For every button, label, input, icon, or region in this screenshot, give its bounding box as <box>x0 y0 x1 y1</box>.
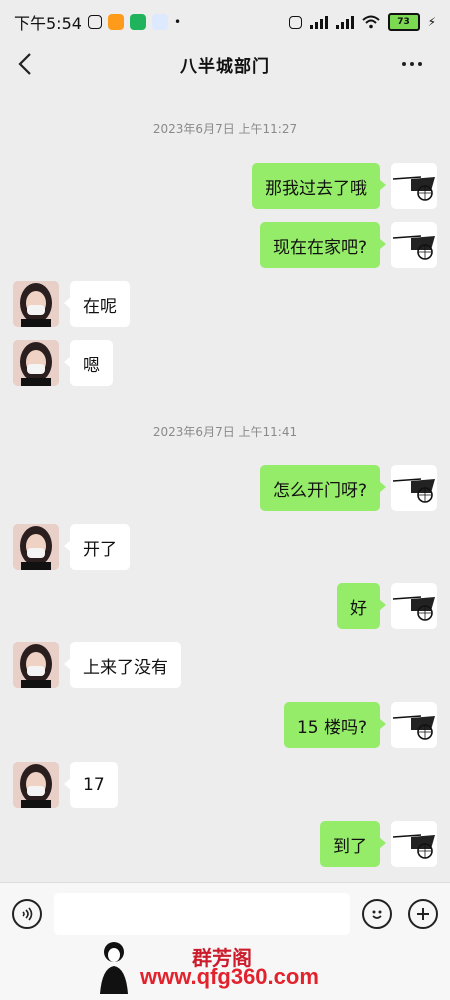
cart-avatar-icon <box>392 478 435 503</box>
contact-avatar[interactable] <box>13 340 59 386</box>
watermark-figure-icon <box>100 942 128 994</box>
back-button[interactable] <box>14 50 38 78</box>
cart-avatar-icon <box>392 834 435 859</box>
message-row: 那我过去了哦 <box>0 163 450 211</box>
message-bubble-sent[interactable]: 好 <box>337 583 386 629</box>
chat-title: 八半城部门 <box>180 56 270 77</box>
more-dots-icon <box>402 62 406 66</box>
timestamp: 2023年6月7日 上午11:41 <box>152 425 298 439</box>
signal-icon-2 <box>335 15 354 29</box>
message-row: 嗯 <box>0 340 450 388</box>
charging-icon: ⚡ <box>427 15 436 29</box>
message-row: 怎么开门呀? <box>0 465 450 513</box>
message-row: 好 <box>0 583 450 631</box>
contact-avatar[interactable] <box>13 642 59 688</box>
wifi-icon <box>361 15 380 29</box>
chat-header: 八半城部门 <box>0 44 450 84</box>
message-row: 现在在家吧? <box>0 222 450 270</box>
plus-icon <box>417 908 429 920</box>
watermark: 群芳阁 www.qfg360.com <box>0 942 450 1000</box>
watermark-url: www.qfg360.com <box>140 964 319 989</box>
more-notifications-icon: • <box>173 15 182 29</box>
cart-avatar-icon <box>392 715 435 740</box>
app-notification-icon-2 <box>129 14 146 30</box>
my-avatar[interactable] <box>391 163 437 209</box>
message-row: 在呢 <box>0 281 450 329</box>
contact-photo-icon <box>13 642 59 688</box>
message-bubble-sent[interactable]: 到了 <box>320 821 386 867</box>
message-bubble-sent[interactable]: 那我过去了哦 <box>252 163 386 209</box>
message-bubble-sent[interactable]: 15 楼吗? <box>283 702 387 748</box>
status-time: 下午5:54 <box>14 14 82 33</box>
my-avatar[interactable] <box>391 583 437 629</box>
voice-icon <box>22 907 33 921</box>
battery-level: 73 <box>397 17 410 27</box>
cart-avatar-icon <box>392 176 435 201</box>
message-row: 上来了没有 <box>0 642 450 690</box>
timestamp: 2023年6月7日 上午11:27 <box>152 122 298 136</box>
message-row: 开了 <box>0 524 450 572</box>
my-avatar[interactable] <box>391 821 437 867</box>
signal-icon <box>309 15 328 29</box>
status-left: 下午5:54 • <box>14 10 181 34</box>
contact-avatar[interactable] <box>13 762 59 808</box>
plus-button[interactable] <box>408 899 438 929</box>
emoji-icon <box>372 910 382 919</box>
input-bar <box>0 882 450 945</box>
chevron-left-icon <box>18 53 31 75</box>
message-row: 到了 <box>0 821 450 869</box>
app-notification-icon <box>107 14 124 30</box>
message-bubble-received[interactable]: 17 <box>64 762 118 808</box>
message-bubble-sent[interactable]: 现在在家吧? <box>259 222 387 268</box>
status-right: 73 ⚡ <box>288 13 436 31</box>
cart-avatar-icon <box>392 596 435 621</box>
voice-button[interactable] <box>12 899 42 929</box>
status-bar: 下午5:54 • 73 ⚡ <box>0 0 450 44</box>
contact-photo-icon <box>13 281 59 327</box>
my-avatar[interactable] <box>391 465 437 511</box>
my-avatar[interactable] <box>391 222 437 268</box>
message-row: 15 楼吗? <box>0 702 450 750</box>
cart-avatar-icon <box>392 235 435 260</box>
contact-photo-icon <box>13 762 59 808</box>
message-row: 17 <box>0 762 450 810</box>
emoji-button[interactable] <box>362 899 392 929</box>
my-avatar[interactable] <box>391 702 437 748</box>
contact-avatar[interactable] <box>13 281 59 327</box>
message-input[interactable] <box>54 893 350 935</box>
more-button[interactable] <box>402 52 432 76</box>
contact-photo-icon <box>13 340 59 386</box>
contact-avatar[interactable] <box>13 524 59 570</box>
message-bubble-received[interactable]: 嗯 <box>64 340 113 386</box>
battery-icon: 73 <box>387 13 420 31</box>
message-bubble-sent[interactable]: 怎么开门呀? <box>259 465 387 511</box>
message-bubble-received[interactable]: 上来了没有 <box>64 642 181 688</box>
notification-icon <box>87 15 102 29</box>
message-bubble-received[interactable]: 在呢 <box>64 281 130 327</box>
chat-area[interactable]: 2023年6月7日 上午11:27 那我过去了哦 现在在家吧? 在呢 嗯 202… <box>0 84 450 882</box>
app-notification-icon-3 <box>151 14 168 30</box>
screen-icon <box>288 15 302 29</box>
contact-photo-icon <box>13 524 59 570</box>
message-bubble-received[interactable]: 开了 <box>64 524 130 570</box>
